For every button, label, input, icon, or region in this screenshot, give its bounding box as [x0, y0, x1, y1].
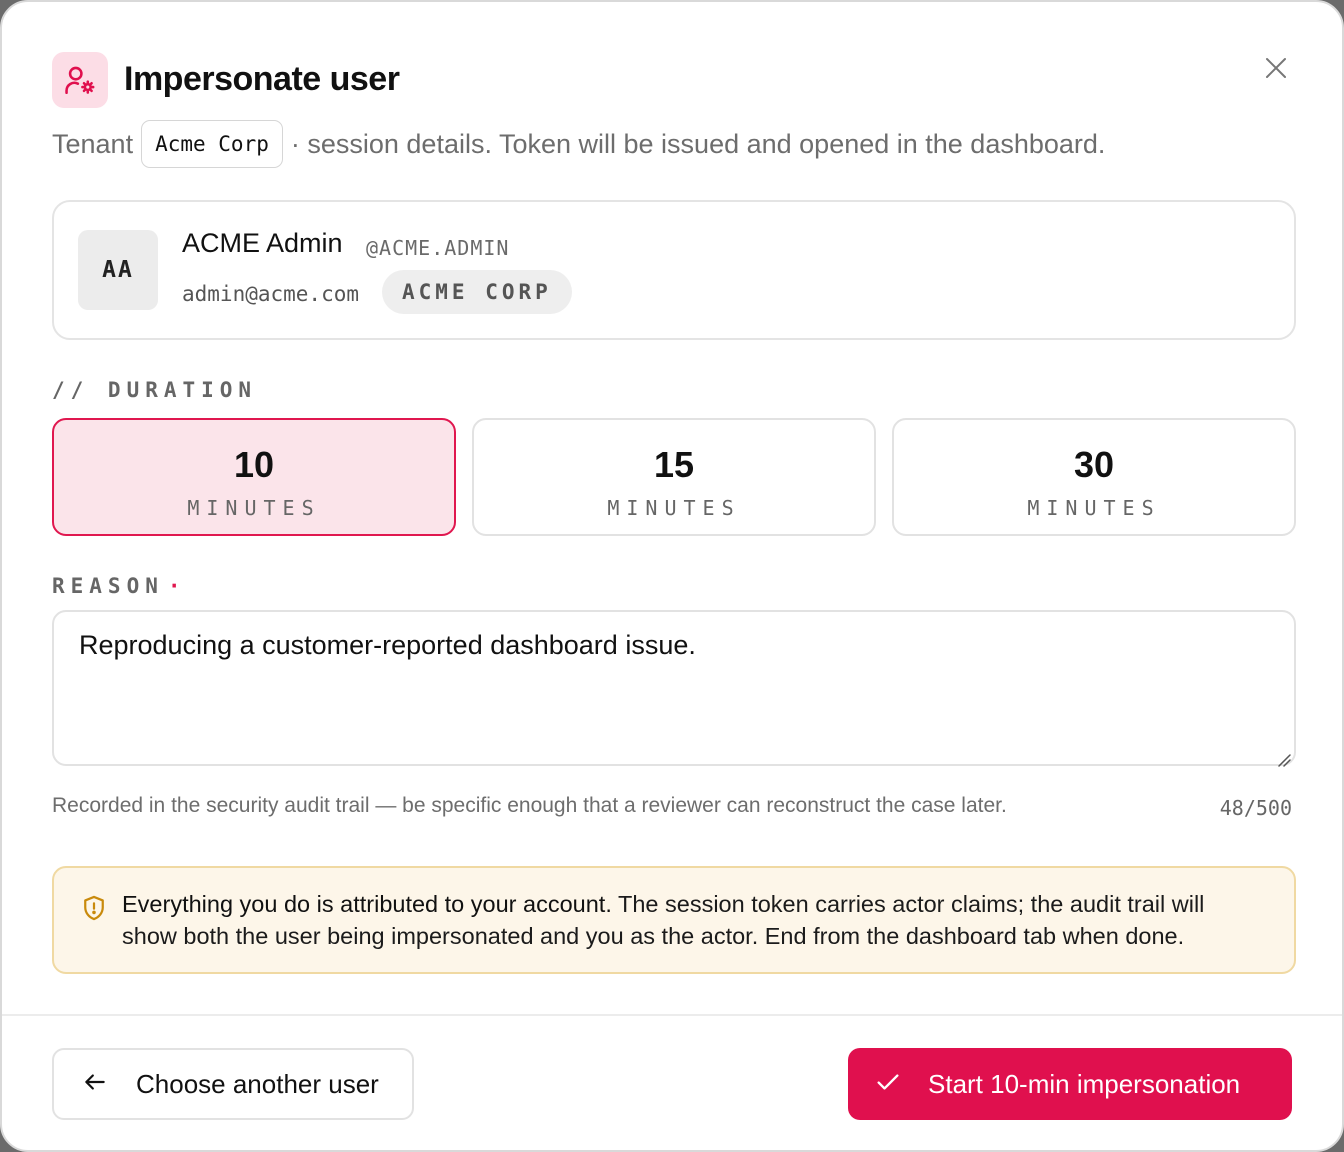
reason-textarea[interactable]: Reproducing a customer-reported dashboar…: [52, 610, 1296, 767]
duration-value: 15: [653, 444, 695, 485]
avatar: AA: [78, 230, 158, 310]
start-button-label: Start 10-min impersonation: [928, 1068, 1241, 1099]
reason-helper-text: Recorded in the security audit trail — b…: [52, 794, 1007, 817]
warning-strong: Everything you do is attributed to your …: [122, 891, 612, 917]
duration-unit: MINUTES: [607, 496, 741, 520]
shield-alert-icon: [80, 894, 108, 922]
footer-divider: [2, 1014, 1342, 1016]
subtitle-suffix: · session details. Token will be issued …: [290, 128, 1106, 159]
dialog-subtitle: Tenant Acme Corp · session details. Toke…: [52, 120, 1105, 168]
user-name: ACME Admin: [182, 228, 343, 258]
reason-label: REASON ·: [52, 574, 187, 598]
reason-value: Reproducing a customer-reported dashboar…: [79, 630, 696, 660]
choose-another-user-button[interactable]: Choose another user: [52, 1048, 414, 1120]
user-handle: @ACME.ADMIN: [366, 236, 510, 260]
reason-label-text: REASON: [52, 574, 164, 598]
dialog-title: Impersonate user: [124, 60, 400, 98]
attribution-warning: Everything you do is attributed to your …: [52, 866, 1296, 974]
user-email: admin@acme.com: [182, 282, 360, 306]
close-button[interactable]: [1258, 52, 1294, 88]
duration-value: 30: [1073, 444, 1115, 485]
duration-value: 10: [233, 444, 275, 485]
arrow-left-icon: [82, 1069, 108, 1100]
subtitle-prefix: Tenant: [52, 128, 134, 159]
start-impersonation-button[interactable]: Start 10-min impersonation: [848, 1048, 1292, 1120]
duration-unit: MINUTES: [187, 496, 321, 520]
duration-option-15[interactable]: 15 MINUTES: [472, 418, 876, 536]
impersonate-dialog: Impersonate user Tenant Acme Corp · sess…: [0, 0, 1344, 1152]
duration-option-30[interactable]: 30 MINUTES: [892, 418, 1296, 536]
tenant-chip: Acme Corp: [141, 120, 283, 168]
user-card: AA ACME Admin @ACME.ADMIN admin@acme.com…: [52, 200, 1296, 340]
character-counter: 48/500: [1219, 796, 1292, 820]
check-icon: [874, 1068, 902, 1101]
warning-text: Everything you do is attributed to your …: [122, 888, 1264, 952]
duration-option-10[interactable]: 10 MINUTES: [52, 418, 456, 536]
back-button-label: Choose another user: [136, 1068, 379, 1099]
resize-handle-icon[interactable]: [1274, 744, 1292, 767]
duration-label: // DURATION: [52, 378, 258, 402]
user-gear-icon: [52, 52, 108, 108]
required-marker: ·: [167, 574, 187, 598]
close-icon: [1264, 56, 1288, 85]
org-badge: ACME CORP: [382, 270, 572, 314]
duration-unit: MINUTES: [1027, 496, 1161, 520]
